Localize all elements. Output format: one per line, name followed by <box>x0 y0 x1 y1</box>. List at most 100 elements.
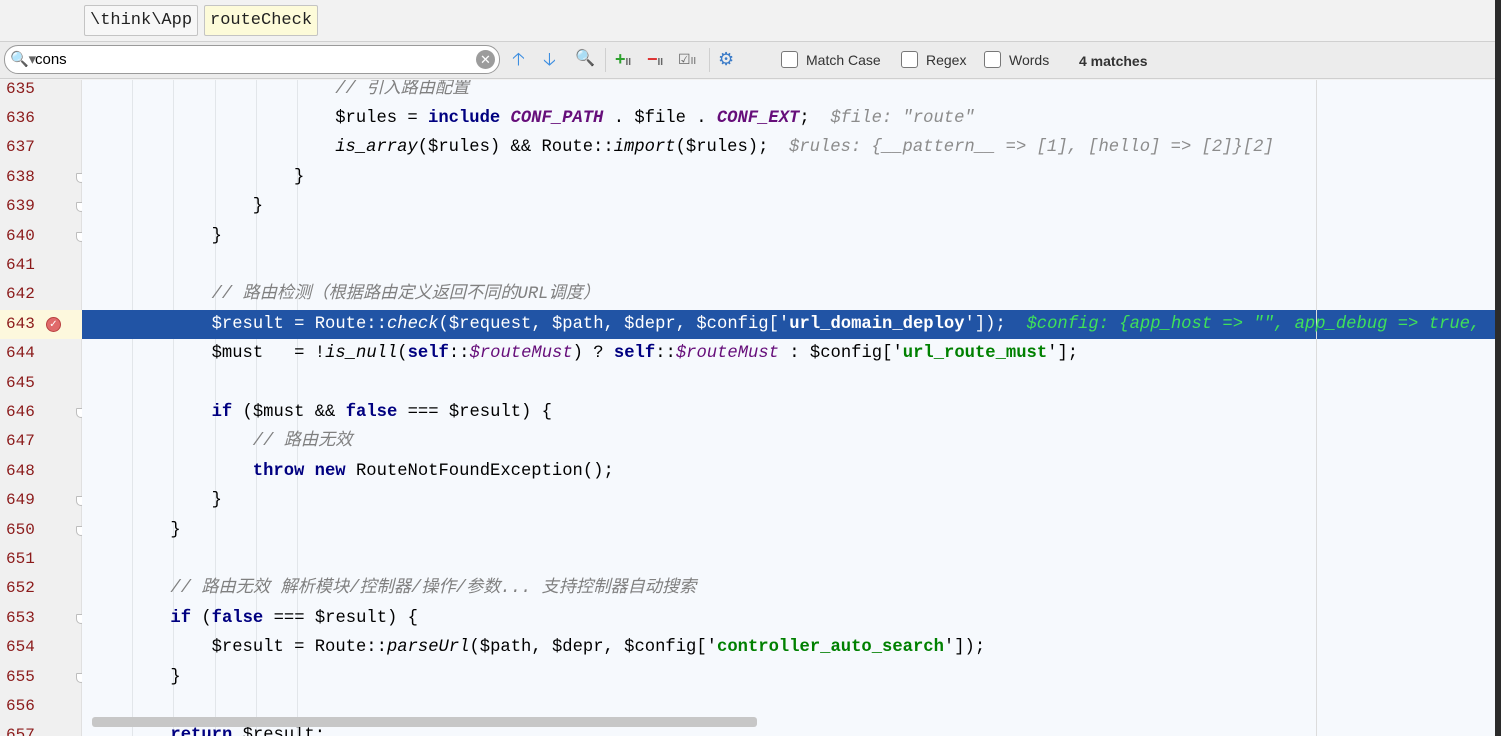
inline-debug-value: $file: "route" <box>830 109 975 128</box>
inline-debug-value: $config: {app_host => "", app_debug => t… <box>1026 314 1481 334</box>
indent-guide <box>132 80 134 736</box>
code-token: url_domain_deploy <box>789 314 965 334</box>
breadcrumb-namespace[interactable]: \think\App <box>84 5 199 36</box>
checkbox-box[interactable] <box>781 51 798 68</box>
search-field[interactable]: 🔍▾ ✕ <box>4 45 500 74</box>
code-token: } <box>252 197 264 217</box>
line-number[interactable]: 645 <box>6 369 35 398</box>
code-token: ; <box>799 109 831 128</box>
code-line: $rules = include CONF_PATH . $file . CON… <box>335 104 975 133</box>
code-token: is_null <box>325 344 398 364</box>
code-token: parseUrl <box>386 638 470 658</box>
code-line: } <box>170 516 180 545</box>
line-number[interactable]: 647 <box>6 427 35 456</box>
code-token: self <box>407 344 449 364</box>
code-editor[interactable]: // 引入路由配置 $rules = include CONF_PATH . $f… <box>82 80 1495 736</box>
remove-selection-icon[interactable]: −II <box>647 48 663 74</box>
line-number[interactable]: 639 <box>6 192 35 221</box>
horizontal-scrollbar[interactable] <box>92 717 757 727</box>
line-number[interactable]: 657 <box>6 721 35 736</box>
line-number[interactable]: 637 <box>6 133 35 162</box>
line-number-gutter[interactable]: 635 636 637 638 639 640 641 642 643 ✓ 644 645 646 647… <box>0 80 86 736</box>
line-number[interactable]: 656 <box>6 692 35 721</box>
code-line: } <box>212 486 222 515</box>
code-token: } <box>170 520 181 540</box>
line-number[interactable]: 642 <box>6 280 35 309</box>
line-number[interactable]: 648 <box>6 457 35 486</box>
code-token: ($request, $path, $depr, $config[' <box>438 314 790 334</box>
code-line: $result = Route::check($request, $path, … <box>212 310 1481 339</box>
code-token: === $result) { <box>263 608 418 628</box>
line-number[interactable]: 640 <box>6 222 35 251</box>
next-occurrence-icon[interactable]: 🡣 <box>543 48 556 70</box>
code-token: $result; <box>232 726 326 736</box>
line-number[interactable]: 650 <box>6 516 35 545</box>
checkbox-box[interactable] <box>984 51 1001 68</box>
line-number[interactable]: 646 <box>6 398 35 427</box>
separator <box>605 48 606 72</box>
line-number[interactable]: 638 <box>6 163 35 192</box>
code-token: ( <box>191 608 212 628</box>
line-number[interactable]: 649 <box>6 486 35 515</box>
right-margin-guide <box>1316 80 1317 736</box>
code-comment: // 引入路由配置 <box>335 80 470 99</box>
checkbox-box[interactable] <box>901 51 918 68</box>
line-number[interactable]: 652 <box>6 574 35 603</box>
line-number[interactable]: 655 <box>6 663 35 692</box>
words-checkbox[interactable]: Words <box>984 51 1049 68</box>
code-line: } <box>294 163 304 192</box>
code-token: } <box>211 491 222 511</box>
code-token: :: <box>448 344 470 364</box>
code-line: } <box>253 192 263 221</box>
code-token: ']); <box>964 314 1027 334</box>
code-token: : $config[' <box>778 344 903 364</box>
line-number[interactable]: 641 <box>6 251 35 280</box>
separator <box>709 48 710 72</box>
code-token: include <box>428 109 501 128</box>
code-token: if <box>211 403 233 422</box>
line-number[interactable]: 653 <box>6 604 35 633</box>
code-comment: // 路由无效 解析模块/控制器/操作/参数... 支持控制器自动搜索 <box>170 579 697 599</box>
code-token: ']; <box>1047 344 1079 364</box>
code-token: ( <box>397 344 408 364</box>
code-token: if <box>170 608 192 628</box>
code-token: false <box>211 608 264 628</box>
code-line: // 路由无效 解析模块/控制器/操作/参数... 支持控制器自动搜索 <box>170 574 696 603</box>
line-number[interactable]: 643 <box>6 310 35 339</box>
code-line: // 路由检测（根据路由定义返回不同的URL调度） <box>212 280 600 309</box>
breakpoint-icon[interactable]: ✓ <box>46 316 61 332</box>
line-number[interactable]: 636 <box>6 104 35 133</box>
breadcrumb-method[interactable]: routeCheck <box>204 5 319 36</box>
code-token: . $file . <box>603 109 717 128</box>
code-token: CONF_PATH <box>510 109 604 128</box>
match-case-checkbox[interactable]: Match Case <box>781 51 881 68</box>
find-all-icon[interactable]: 🔍 <box>575 48 595 70</box>
settings-icon[interactable]: ⚙ <box>718 48 734 70</box>
code-line: // 引入路由配置 <box>335 80 469 104</box>
clear-search-icon[interactable]: ✕ <box>476 50 495 69</box>
code-token: :: <box>655 344 676 364</box>
code-line: throw new RouteNotFoundException(); <box>253 457 614 486</box>
search-history-icon[interactable]: 🔍▾ <box>10 50 36 68</box>
code-line: if ($must && false === $result) { <box>212 398 552 427</box>
regex-checkbox[interactable]: Regex <box>901 51 966 68</box>
line-number[interactable]: 654 <box>6 633 35 662</box>
inline-debug-value: $rules: {__pattern__ => [1], [hello] => … <box>789 138 1274 158</box>
code-token: ($must && <box>232 403 346 422</box>
code-token: controller_auto_search <box>717 638 944 658</box>
select-all-occurrences-icon[interactable]: ☑II <box>678 48 696 73</box>
search-input[interactable] <box>35 49 465 70</box>
line-number[interactable]: 635 <box>6 75 35 104</box>
code-token: } <box>294 167 305 187</box>
line-number[interactable]: 651 <box>6 545 35 574</box>
line-number[interactable]: 644 <box>6 339 35 368</box>
code-token: $result = Route:: <box>211 314 387 334</box>
code-line: $result = Route::parseUrl($path, $depr, … <box>212 633 986 662</box>
checkbox-label: Regex <box>926 51 967 68</box>
code-token: ) ? <box>572 344 614 364</box>
previous-occurrence-icon[interactable]: 🡡 <box>512 48 525 70</box>
add-selection-icon[interactable]: +II <box>615 48 631 74</box>
breadcrumb-bar: \think\App routeCheck <box>0 0 1495 42</box>
code-line: $must = !is_null(self::$routeMust) ? sel… <box>212 339 1079 368</box>
code-token: RouteNotFoundException(); <box>345 461 614 481</box>
